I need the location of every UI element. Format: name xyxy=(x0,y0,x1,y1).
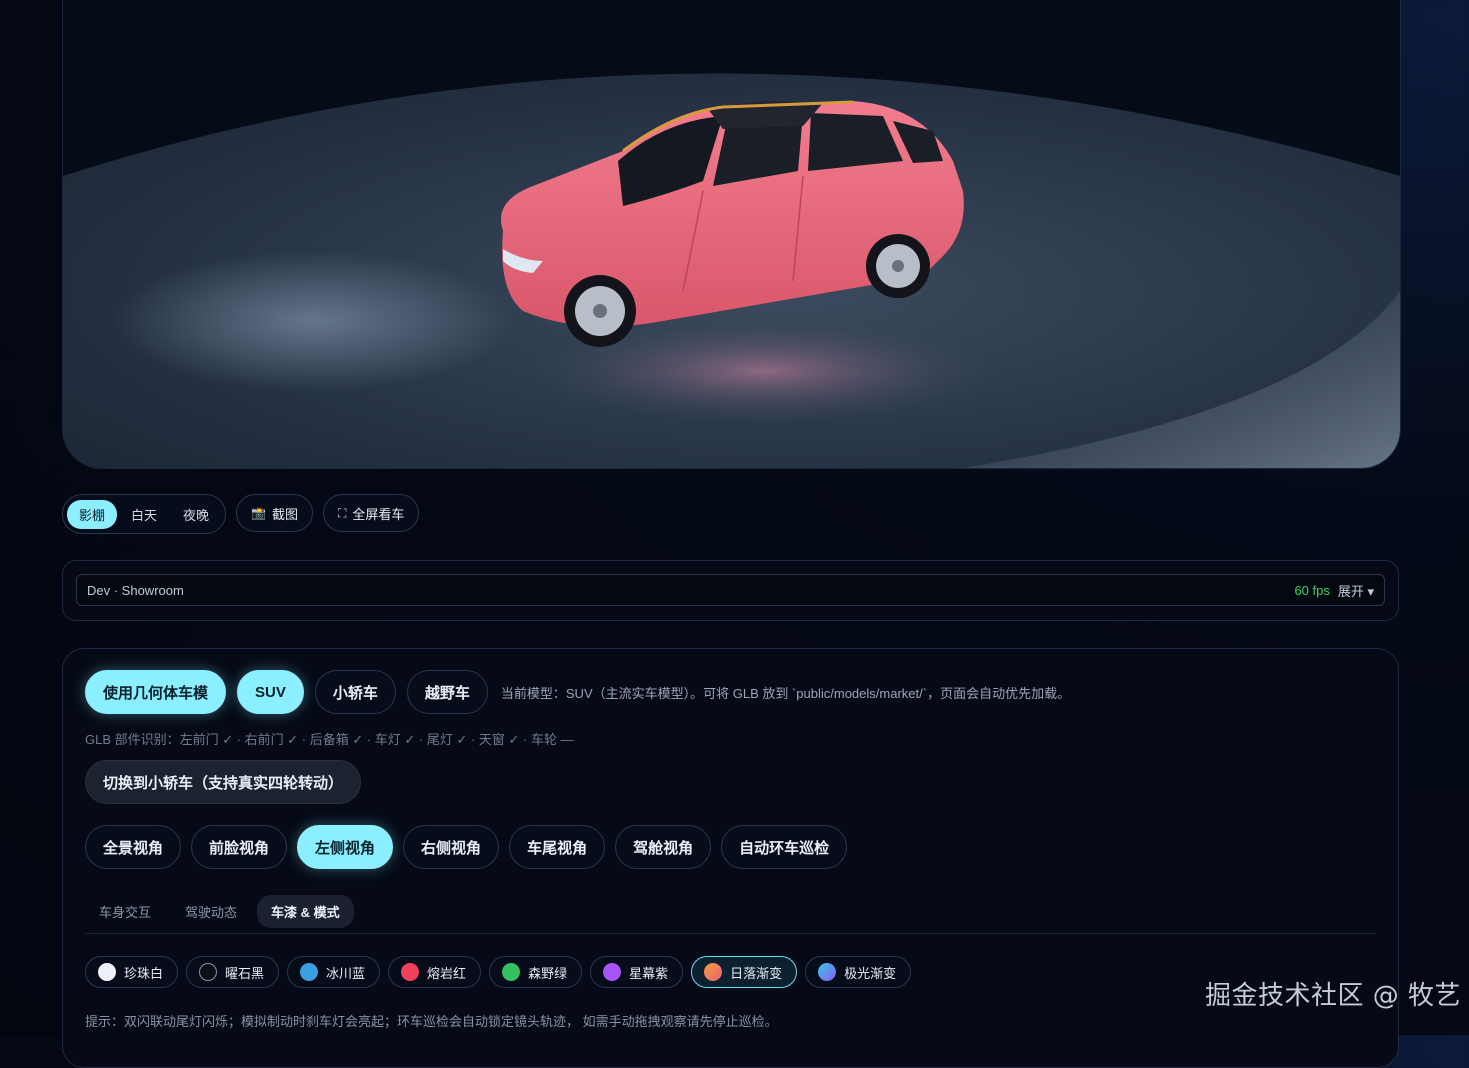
geometry-model-button[interactable]: 使用几何体车模 xyxy=(85,670,227,714)
swatch-label: 冰川蓝 xyxy=(326,965,366,981)
paint-sunset-gradient[interactable]: 日落渐变 xyxy=(691,956,798,988)
lighting-mode-switch: 影棚 白天 夜晚 xyxy=(62,494,227,534)
fullscreen-icon: ⛶ xyxy=(338,505,347,520)
fullscreen-label: 全屏看车 xyxy=(352,506,405,522)
swatch-dot xyxy=(401,963,420,981)
swatch-label: 珍珠白 xyxy=(124,965,164,981)
view-cockpit[interactable]: 驾舱视角 xyxy=(615,825,712,869)
screenshot-label: 截图 xyxy=(272,506,299,522)
paint-forest-green[interactable]: 森野绿 xyxy=(489,956,583,988)
paint-pearl-white[interactable]: 珍珠白 xyxy=(85,956,179,988)
panel-tabs: 车身交互 驾驶动态 车漆 & 模式 xyxy=(85,895,354,928)
camera-icon: 📸 xyxy=(251,506,266,520)
paint-glacier-blue[interactable]: 冰川蓝 xyxy=(287,956,381,988)
swatch-label: 星幕紫 xyxy=(629,965,669,981)
dev-bar[interactable]: Dev · Showroom 60 fps 展开 ▾ xyxy=(76,574,1385,606)
car-scene[interactable] xyxy=(63,0,1400,468)
screenshot-button[interactable]: 📸 截图 xyxy=(236,494,314,532)
view-overview[interactable]: 全景视角 xyxy=(85,825,182,869)
paint-obsidian-black[interactable]: 曜石黑 xyxy=(186,956,280,988)
control-panel: 使用几何体车模 SUV 小轿车 越野车 当前模型：SUV（主流实车模型）。可将 … xyxy=(62,648,1399,1068)
tab-paint-mode[interactable]: 车漆 & 模式 xyxy=(257,895,354,928)
glb-status: GLB 部件识别：左前门 ✓ · 右前门 ✓ · 后备箱 ✓ · 车灯 ✓ · … xyxy=(85,732,574,747)
switch-to-sedan-button[interactable]: 切换到小轿车（支持真实四轮转动） xyxy=(85,760,362,804)
swatch-dot xyxy=(98,963,116,981)
paint-star-purple[interactable]: 星幕紫 xyxy=(590,956,684,988)
swatch-dot xyxy=(300,963,319,981)
showroom-viewer[interactable] xyxy=(62,0,1401,469)
lighting-studio[interactable]: 影棚 xyxy=(67,499,118,529)
watermark: 掘金技术社区 @ 牧艺 xyxy=(1205,981,1462,1011)
paint-aurora-gradient[interactable]: 极光渐变 xyxy=(805,956,912,988)
camera-views: 全景视角 前脸视角 左侧视角 右侧视角 车尾视角 驾舱视角 自动环车巡检 xyxy=(85,825,848,869)
swatch-label: 日落渐变 xyxy=(730,965,783,981)
fps-counter: 60 fps xyxy=(1294,582,1330,598)
tab-driving-dynamics[interactable]: 驾驶动态 xyxy=(171,895,251,928)
hint-text: 提示：双闪联动尾灯闪烁；模拟制动时刹车灯会亮起；环车巡检会自动锁定镜头轨迹， 如… xyxy=(85,1014,778,1029)
model-offroad[interactable]: 越野车 xyxy=(406,670,488,714)
toolbar-row: 影棚 白天 夜晚 📸 截图 ⛶ 全屏看车 xyxy=(62,494,420,534)
view-right[interactable]: 右侧视角 xyxy=(403,825,500,869)
swatch-dot xyxy=(603,963,622,981)
lighting-day[interactable]: 白天 xyxy=(119,500,169,529)
swatch-dot xyxy=(704,963,723,981)
lighting-night[interactable]: 夜晚 xyxy=(171,500,221,529)
fullscreen-button[interactable]: ⛶ 全屏看车 xyxy=(323,494,420,532)
model-sedan[interactable]: 小轿车 xyxy=(314,670,396,714)
model-note: 当前模型：SUV（主流实车模型）。可将 GLB 放到 `public/model… xyxy=(500,685,1071,701)
swatch-label: 熔岩红 xyxy=(427,965,467,981)
view-auto-inspect[interactable]: 自动环车巡检 xyxy=(721,825,848,869)
model-suv[interactable]: SUV xyxy=(237,670,304,714)
tab-body-interaction[interactable]: 车身交互 xyxy=(85,895,165,928)
paint-swatches: 珍珠白 曜石黑 冰川蓝 熔岩红 森野绿 星幕紫 日落渐变 极光渐变 xyxy=(85,956,912,988)
view-rear[interactable]: 车尾视角 xyxy=(509,825,606,869)
swatch-label: 极光渐变 xyxy=(844,965,897,981)
divider xyxy=(85,933,1376,934)
view-front[interactable]: 前脸视角 xyxy=(191,825,288,869)
swatch-label: 曜石黑 xyxy=(225,965,265,981)
model-selector: 使用几何体车模 SUV 小轿车 越野车 当前模型：SUV（主流实车模型）。可将 … xyxy=(85,670,1070,714)
expand-toggle[interactable]: 展开 ▾ xyxy=(1338,581,1374,600)
swatch-dot xyxy=(199,963,218,981)
swatch-label: 森野绿 xyxy=(528,965,568,981)
view-left[interactable]: 左侧视角 xyxy=(297,825,394,869)
swatch-dot xyxy=(502,963,521,981)
floor-glow xyxy=(113,251,513,391)
swatch-dot xyxy=(818,963,837,981)
dev-panel: Dev · Showroom 60 fps 展开 ▾ xyxy=(62,560,1399,621)
paint-lava-red[interactable]: 熔岩红 xyxy=(388,956,482,988)
dev-label: Dev · Showroom xyxy=(87,582,184,598)
